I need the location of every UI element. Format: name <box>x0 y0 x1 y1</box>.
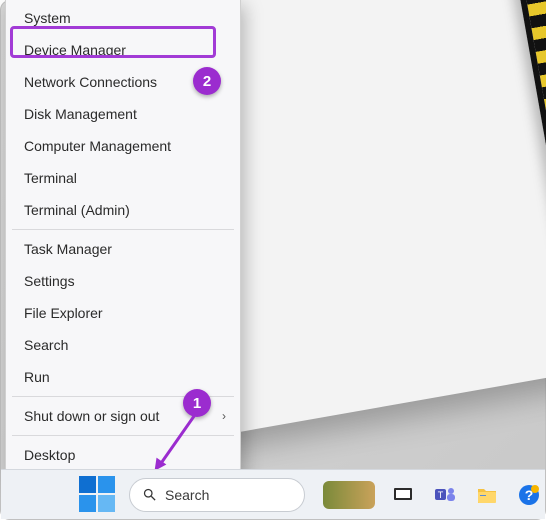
menu-label: Settings <box>24 273 75 289</box>
menu-separator <box>12 435 234 436</box>
taskbar: Search T ? <box>1 469 545 519</box>
menu-label: Task Manager <box>24 241 112 257</box>
menu-label: Terminal <box>24 170 77 186</box>
annotation-badge-1: 1 <box>183 389 211 417</box>
teams-icon: T <box>433 483 457 507</box>
menu-item-run[interactable]: Run <box>6 361 240 393</box>
menu-label: Shut down or sign out <box>24 408 159 424</box>
tips-icon: ? <box>517 483 541 507</box>
search-label: Search <box>165 487 209 503</box>
menu-item-file-explorer[interactable]: File Explorer <box>6 297 240 329</box>
menu-item-system[interactable]: System <box>6 2 240 34</box>
taskbar-icons: T ? <box>323 481 543 509</box>
menu-label: Desktop <box>24 447 75 463</box>
teams-button[interactable]: T <box>431 481 459 509</box>
menu-label: Computer Management <box>24 138 171 154</box>
menu-item-desktop[interactable]: Desktop <box>6 439 240 471</box>
menu-label: Terminal (Admin) <box>24 202 130 218</box>
menu-item-terminal[interactable]: Terminal <box>6 162 240 194</box>
chevron-right-icon: › <box>222 409 226 423</box>
menu-item-terminal-admin[interactable]: Terminal (Admin) <box>6 194 240 226</box>
badge-label: 2 <box>203 73 211 90</box>
search-icon <box>142 487 157 502</box>
menu-label: Run <box>24 369 50 385</box>
task-view-button[interactable] <box>389 481 417 509</box>
menu-label: Disk Management <box>24 106 137 122</box>
menu-label: Device Manager <box>24 42 126 58</box>
desktop: System Device Manager Network Connection… <box>0 0 546 520</box>
task-view-icon <box>391 483 415 507</box>
menu-label: Search <box>24 337 68 353</box>
svg-text:T: T <box>438 490 444 500</box>
badge-label: 1 <box>193 395 201 412</box>
menu-label: File Explorer <box>24 305 103 321</box>
menu-item-computer-management[interactable]: Computer Management <box>6 130 240 162</box>
annotation-badge-2: 2 <box>193 67 221 95</box>
widgets-button[interactable] <box>323 481 375 509</box>
menu-item-search[interactable]: Search <box>6 329 240 361</box>
start-button[interactable] <box>79 476 115 512</box>
menu-separator <box>12 229 234 230</box>
tips-button[interactable]: ? <box>515 481 543 509</box>
menu-label: System <box>24 10 71 26</box>
menu-item-device-manager[interactable]: Device Manager <box>6 34 240 66</box>
folder-icon <box>475 483 499 507</box>
taskbar-search[interactable]: Search <box>129 478 305 512</box>
menu-label: Network Connections <box>24 74 157 90</box>
menu-item-settings[interactable]: Settings <box>6 265 240 297</box>
file-explorer-button[interactable] <box>473 481 501 509</box>
menu-item-task-manager[interactable]: Task Manager <box>6 233 240 265</box>
menu-item-disk-management[interactable]: Disk Management <box>6 98 240 130</box>
